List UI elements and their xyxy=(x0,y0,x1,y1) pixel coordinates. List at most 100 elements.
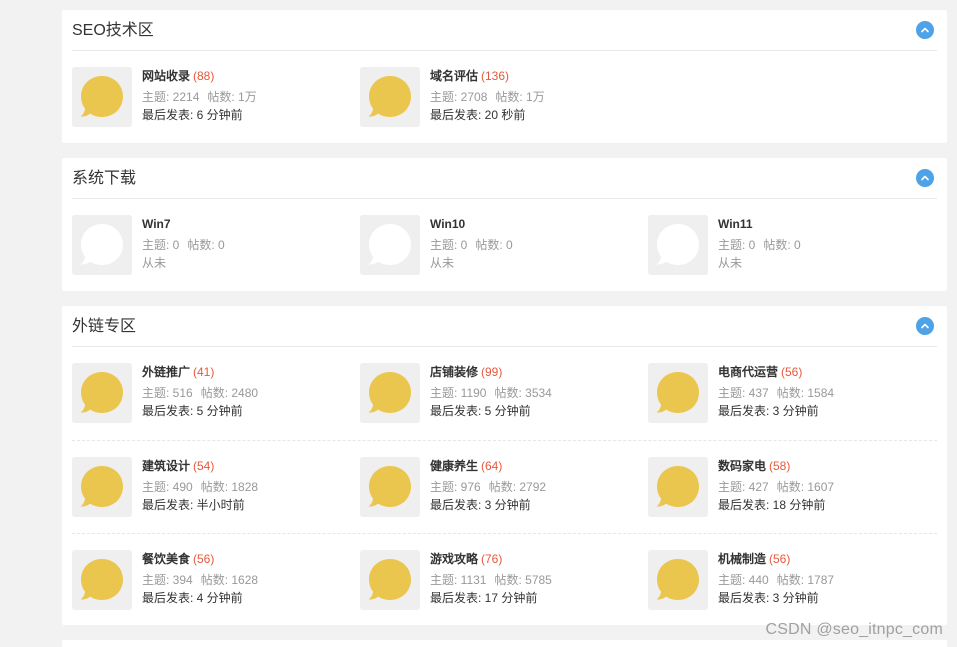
forum-title[interactable]: 数码家电 xyxy=(718,459,766,473)
forum-name[interactable]: 机械制造 (56) xyxy=(718,551,790,567)
forum-icon-tile[interactable] xyxy=(648,550,708,610)
forum-title[interactable]: Win11 xyxy=(718,217,753,231)
last-post[interactable]: 最后发表: 3 分钟前 xyxy=(718,403,819,419)
forum-name[interactable]: 健康养生 (64) xyxy=(430,458,502,474)
post-count: 帖数: 1607 xyxy=(776,480,835,494)
forum-name[interactable]: 外链推广 (41) xyxy=(142,364,214,380)
forum-name[interactable]: 餐饮美食 (56) xyxy=(142,551,214,567)
post-count: 帖数: 3534 xyxy=(494,386,552,400)
post-count: 帖数: 2480 xyxy=(200,386,259,400)
post-count: 帖数: 0 xyxy=(475,238,513,252)
forum-icon-tile[interactable] xyxy=(72,550,132,610)
forum-icon-tile[interactable] xyxy=(648,215,708,275)
forum-item[interactable]: 餐饮美食 (56) 主题: 394 帖数: 1628 最后发表: 4 分钟前 xyxy=(72,550,360,610)
today-count: (58) xyxy=(769,459,791,473)
forum-item[interactable]: 数码家电 (58) 主题: 427 帖数: 1607 最后发表: 18 分钟前 xyxy=(648,457,936,517)
last-post[interactable]: 最后发表: 4 分钟前 xyxy=(142,590,243,606)
last-post[interactable]: 最后发表: 3 分钟前 xyxy=(718,590,819,606)
forum-name[interactable]: 电商代运营 (56) xyxy=(718,364,802,380)
forum-stats: 主题: 427 帖数: 1607 xyxy=(718,479,834,495)
forum-name[interactable]: Win7 xyxy=(142,216,174,232)
chat-bubble-icon xyxy=(80,559,123,600)
forum-icon-tile[interactable] xyxy=(360,67,420,127)
forum-item[interactable]: Win7 主题: 0 帖数: 0 从未 xyxy=(72,215,360,275)
last-post[interactable]: 最后发表: 3 分钟前 xyxy=(430,497,531,513)
forum-icon-tile[interactable] xyxy=(72,457,132,517)
forum-item[interactable]: Win10 主题: 0 帖数: 0 从未 xyxy=(360,215,648,275)
forum-item[interactable]: 健康养生 (64) 主题: 976 帖数: 2792 最后发表: 3 分钟前 xyxy=(360,457,648,517)
chat-bubble-icon xyxy=(80,466,123,507)
chevron-up-icon xyxy=(921,323,929,329)
forum-title[interactable]: 机械制造 xyxy=(718,552,766,566)
forum-name[interactable]: 网站收录 (88) xyxy=(142,68,214,84)
forum-title[interactable]: 游戏攻略 xyxy=(430,552,478,566)
forum-icon-tile[interactable] xyxy=(648,363,708,423)
forum-item[interactable]: 域名评估 (136) 主题: 2708 帖数: 1万最后发表: 20 秒前 xyxy=(360,67,648,127)
forum-item[interactable]: 电商代运营 (56) 主题: 437 帖数: 1584 最后发表: 3 分钟前 xyxy=(648,363,936,423)
last-post[interactable]: 最后发表: 20 秒前 xyxy=(430,107,525,123)
forum-icon-tile[interactable] xyxy=(360,363,420,423)
last-post[interactable]: 最后发表: 6 分钟前 xyxy=(142,107,243,123)
last-post[interactable]: 最后发表: 17 分钟前 xyxy=(430,590,537,606)
forum-stats: 主题: 516 帖数: 2480 xyxy=(142,385,258,401)
last-post[interactable]: 最后发表: 18 分钟前 xyxy=(718,497,825,513)
forum-title[interactable]: 店铺装修 xyxy=(430,365,478,379)
last-post: 从未 xyxy=(430,256,455,270)
post-count: 帖数: 2792 xyxy=(488,480,547,494)
forum-item[interactable]: 建筑设计 (54) 主题: 490 帖数: 1828 最后发表: 半小时前 xyxy=(72,457,360,517)
collapse-button[interactable] xyxy=(916,317,934,335)
forum-title[interactable]: 网站收录 xyxy=(142,69,190,83)
forum-icon-tile[interactable] xyxy=(648,457,708,517)
forum-icon-tile[interactable] xyxy=(360,215,420,275)
forum-item[interactable]: 网站收录 (88) 主题: 2214 帖数: 1万 最后发表: 6 分钟前 xyxy=(72,67,360,127)
section-title: 系统下载 xyxy=(72,170,137,187)
chat-bubble-icon xyxy=(80,224,123,265)
forum-item[interactable]: 游戏攻略 (76) 主题: 1131 帖数: 5785 最后发表: 17 分钟前 xyxy=(360,550,648,610)
forum-icon-tile[interactable] xyxy=(72,215,132,275)
thread-count: 主题: 2214 xyxy=(142,90,200,104)
forum-item[interactable]: 外链推广 (41) 主题: 516 帖数: 2480 最后发表: 5 分钟前 xyxy=(72,363,360,423)
forum-title[interactable]: 健康养生 xyxy=(430,459,478,473)
forum-name[interactable]: Win10 xyxy=(430,216,468,232)
forum-name[interactable]: 建筑设计 (54) xyxy=(142,458,214,474)
thread-count: 主题: 516 xyxy=(142,386,193,400)
thread-count: 主题: 490 xyxy=(142,480,193,494)
forum-title[interactable]: 餐饮美食 xyxy=(142,552,190,566)
forum-name[interactable]: Win11 xyxy=(718,216,756,232)
forum-title[interactable]: Win7 xyxy=(142,217,171,231)
post-count: 帖数: 1628 xyxy=(200,573,259,587)
forum-item[interactable]: 机械制造 (56) 主题: 440 帖数: 1787 最后发表: 3 分钟前 xyxy=(648,550,936,610)
forum-name[interactable]: 店铺装修 (99) xyxy=(430,364,502,380)
forum-icon-tile[interactable] xyxy=(72,67,132,127)
forum-name[interactable]: 游戏攻略 (76) xyxy=(430,551,502,567)
section-header: 系统下载 xyxy=(72,158,937,199)
chevron-up-icon xyxy=(921,175,929,181)
forum-item[interactable]: Win11 主题: 0 帖数: 0 从未 xyxy=(648,215,936,275)
forum-title[interactable]: Win10 xyxy=(430,217,465,231)
forum-title[interactable]: 电商代运营 xyxy=(718,365,778,379)
chat-bubble-icon xyxy=(80,76,123,117)
collapse-button[interactable] xyxy=(916,21,934,39)
forum-title[interactable]: 外链推广 xyxy=(142,365,190,379)
forum-title[interactable]: 域名评估 xyxy=(430,69,478,83)
last-post[interactable]: 最后发表: 5 分钟前 xyxy=(142,403,243,419)
forum-name[interactable]: 数码家电 (58) xyxy=(718,458,790,474)
collapse-button[interactable] xyxy=(916,169,934,187)
forum-grid: 网站收录 (88) 主题: 2214 帖数: 1万最后发表: 6 分钟前 域名评估 (1… xyxy=(62,51,947,144)
post-count: 帖数: 0 xyxy=(763,238,801,252)
last-post[interactable]: 最后发表: 半小时前 xyxy=(142,497,245,513)
forum-icon-tile[interactable] xyxy=(360,550,420,610)
forum-row: 外链推广 (41) 主题: 516 帖数: 2480 最后发表: 5 分钟前 店铺装修(… xyxy=(72,347,937,440)
forum-icon-tile[interactable] xyxy=(72,363,132,423)
forum-stats: 主题: 437 帖数: 1584 xyxy=(718,385,834,401)
forum-icon-tile[interactable] xyxy=(360,457,420,517)
forum-stats: 主题: 490 帖数: 1828 xyxy=(142,479,258,495)
forum-name[interactable]: 域名评估 (136) xyxy=(430,68,509,84)
last-post[interactable]: 最后发表: 5 分钟前 xyxy=(430,403,531,419)
today-count: (64) xyxy=(481,459,503,473)
forum-title[interactable]: 建筑设计 xyxy=(142,459,190,473)
chat-bubble-icon xyxy=(368,466,411,507)
thread-count: 主题: 2708 xyxy=(430,90,488,104)
forum-item[interactable]: 店铺装修 (99) 主题: 1190 帖数: 3534 最后发表: 5 分钟前 xyxy=(360,363,648,423)
post-count: 帖数: 1万 xyxy=(495,90,545,104)
